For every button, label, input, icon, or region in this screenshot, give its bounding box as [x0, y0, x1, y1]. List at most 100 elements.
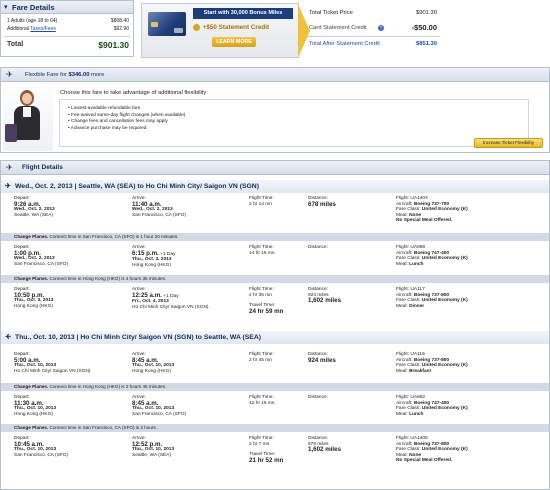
flight-label: Flight:	[396, 352, 410, 357]
flight-time: 12 hr 15 mn	[249, 400, 275, 406]
meal-label: Meal:	[396, 411, 408, 417]
connection-text: Connect time in Hong Kong (HKG) is 2 hou…	[49, 384, 167, 389]
learn-more-label: LEARN MORE	[216, 39, 252, 45]
flight-segment: Depart: 10:50 p.m. Thu., Oct. 3, 2013 Hong …	[1, 286, 549, 324]
arrive-date: Thu., Oct. 10, 2013	[132, 447, 175, 453]
ticket-summary: Total Ticket Price $901.30 Card Statemen…	[306, 0, 440, 57]
aircraft-label: Aircraft:	[396, 441, 413, 447]
distance: 678 miles	[308, 200, 336, 208]
bonus-miles-banner: Start with 30,000 Bonus Miles	[193, 8, 293, 19]
flight-segment: Depart: 1:00 p.m. Wed., Oct. 2, 2013 San Fr…	[1, 244, 549, 272]
learn-more-button[interactable]: LEARN MORE	[212, 37, 256, 47]
flight-number: UA116	[410, 352, 425, 357]
flex-header-suffix: more	[91, 72, 105, 78]
arrive-time: 6:15 p.m.	[132, 249, 159, 257]
help-icon[interactable]: ?	[378, 25, 384, 31]
plane-icon: ✈	[6, 163, 13, 172]
arrive-city: Ho Chi Minh City/ Saigon VN (SGN)	[132, 304, 209, 310]
connection-bar: Change Planes. Connect time in Hong Kong…	[1, 275, 549, 283]
flight-time-label: Flight Time:	[249, 395, 274, 400]
flight-number: UA117	[410, 287, 425, 292]
plane-icon: ✈	[6, 70, 13, 79]
depart-date: Thu., Oct. 3, 2013	[14, 298, 54, 304]
flight-number: UA1404	[410, 196, 428, 201]
plus-day-note: +1 Day	[160, 251, 176, 257]
depart-city: San Francisco, CA (SFO)	[14, 261, 69, 267]
collapse-arrow-icon[interactable]: ▾	[4, 3, 8, 11]
flight-details-title: Flight Details	[22, 164, 63, 171]
return-trip-title: Thu., Oct. 10, 2013 | Ho Chi Minh City/ …	[15, 334, 261, 341]
fare-class: United Economy (K)	[421, 256, 468, 262]
travel-time: 21 hr 52 mn	[249, 456, 284, 464]
arrive-city: Hong Kong (HKG)	[132, 368, 171, 374]
meal-note: No Special Meal Offered.	[396, 218, 453, 224]
fare-details-title: Fare Details	[12, 3, 55, 12]
connection-bar: Change Planes. Connect time in San Franc…	[1, 233, 549, 241]
distance: 924 miles	[308, 356, 336, 364]
flight-label: Flight:	[396, 287, 410, 292]
taxes-fees-link[interactable]: Taxes/Fees	[30, 26, 56, 32]
increase-flexibility-button[interactable]: Increase Ticket Flexibility	[474, 138, 543, 148]
depart-date: Wed., Oct. 2, 2013	[14, 207, 55, 213]
depart-city: Seattle, WA (SEA)	[14, 212, 54, 218]
after-credit-value: $851.30	[416, 41, 437, 47]
fare-class: United Economy (K)	[421, 363, 468, 369]
aircraft-label: Aircraft:	[396, 292, 413, 298]
traveler-photo	[3, 84, 53, 151]
total-label: Total	[7, 41, 24, 48]
taxes-prefix: Additional	[7, 26, 29, 32]
card-promo[interactable]: Start with 30,000 Bonus Miles +$50 State…	[141, 3, 310, 58]
depart-date: Thu., Oct. 10, 2013	[14, 406, 57, 412]
plus-day-note: +1 Day	[163, 293, 179, 299]
flight-segment: Depart: 11:30 a.m. Thu., Oct. 10, 2013 Hong…	[1, 394, 549, 422]
flight-label: Flight:	[396, 436, 410, 441]
meal: Lunch	[409, 261, 424, 267]
flight-label: Flight:	[396, 395, 410, 400]
flex-benefits-box: • Lowest-available refundable fare • Fee…	[59, 99, 529, 147]
adults-label: 1 Adults (age 18 to 64)	[7, 18, 58, 24]
flex-intro: Choose this fare to take advantage of ad…	[60, 90, 208, 96]
fare-class-label: Fare Class:	[396, 256, 421, 262]
flight-time-label: Flight Time:	[249, 352, 274, 357]
fare-details-panel: ▾ Fare Details 1 Adults (age 18 to 64) $…	[0, 0, 134, 57]
meal: Lunch	[409, 411, 424, 417]
aircraft-label: Aircraft:	[396, 201, 413, 207]
outbound-trip-header: ✈ Wed., Oct. 2, 2013 | Seattle, WA (SEA)…	[1, 180, 549, 193]
divider	[306, 36, 440, 37]
taxes-value: $92.90	[113, 26, 129, 32]
connection-bar: Change Planes. Connect time in Hong Kong…	[1, 383, 549, 391]
fare-class: United Economy (K)	[421, 406, 468, 412]
flight-time: 2 hr 7 mn	[249, 441, 270, 447]
aircraft: Boeing 737-800	[413, 357, 450, 363]
connection-text: Connect time in San Francisco, CA (SFO) …	[49, 234, 179, 239]
arrive-date: Thu., Oct. 10, 2013	[132, 363, 175, 369]
flight-label: Flight:	[396, 245, 410, 250]
flight-time: 2 hr 14 mn	[249, 201, 272, 207]
taxes-row: Additional Taxes/Fees	[7, 26, 56, 32]
adults-value: $808.40	[110, 18, 129, 24]
meal-label: Meal:	[396, 261, 408, 267]
fare-class-label: Fare Class:	[396, 406, 421, 412]
change-planes-label: Change Planes.	[14, 384, 49, 389]
change-planes-label: Change Planes.	[14, 234, 49, 239]
fare-details-header: ▾ Fare Details	[1, 1, 133, 14]
divider	[4, 36, 130, 37]
flex-header-price: $346.00	[68, 72, 90, 78]
fare-class-label: Fare Class:	[396, 447, 421, 453]
arrive-city: San Francisco, CA (SFO)	[132, 212, 187, 218]
flight-segment: Depart: 5:00 a.m. Thu., Oct. 10, 2013 Ho Ch…	[1, 351, 549, 381]
total-distance: 1,602 miles	[308, 446, 342, 454]
flexible-fare-panel: Choose this fare to take advantage of ad…	[0, 82, 550, 153]
fare-class: United Economy (K)	[421, 207, 468, 213]
arrive-city: Seattle, WA (SEA)	[132, 452, 172, 458]
aircraft: Boeing 737-800	[413, 441, 450, 447]
meal-note: No Special Meal Offered.	[396, 458, 453, 464]
arrive-city: San Francisco, CA (SFO)	[132, 411, 187, 417]
card-credit-value: -$50.00	[411, 23, 437, 32]
fare-class-label: Fare Class:	[396, 298, 421, 304]
fare-class-label: Fare Class:	[396, 363, 421, 369]
aircraft: Boeing 747-400	[413, 250, 450, 256]
increase-flexibility-label: Increase Ticket Flexibility	[482, 140, 535, 145]
flight-details-header: ✈ Flight Details	[0, 160, 550, 175]
outbound-trip-title: Wed., Oct. 2, 2013 | Seattle, WA (SEA) t…	[15, 183, 259, 190]
